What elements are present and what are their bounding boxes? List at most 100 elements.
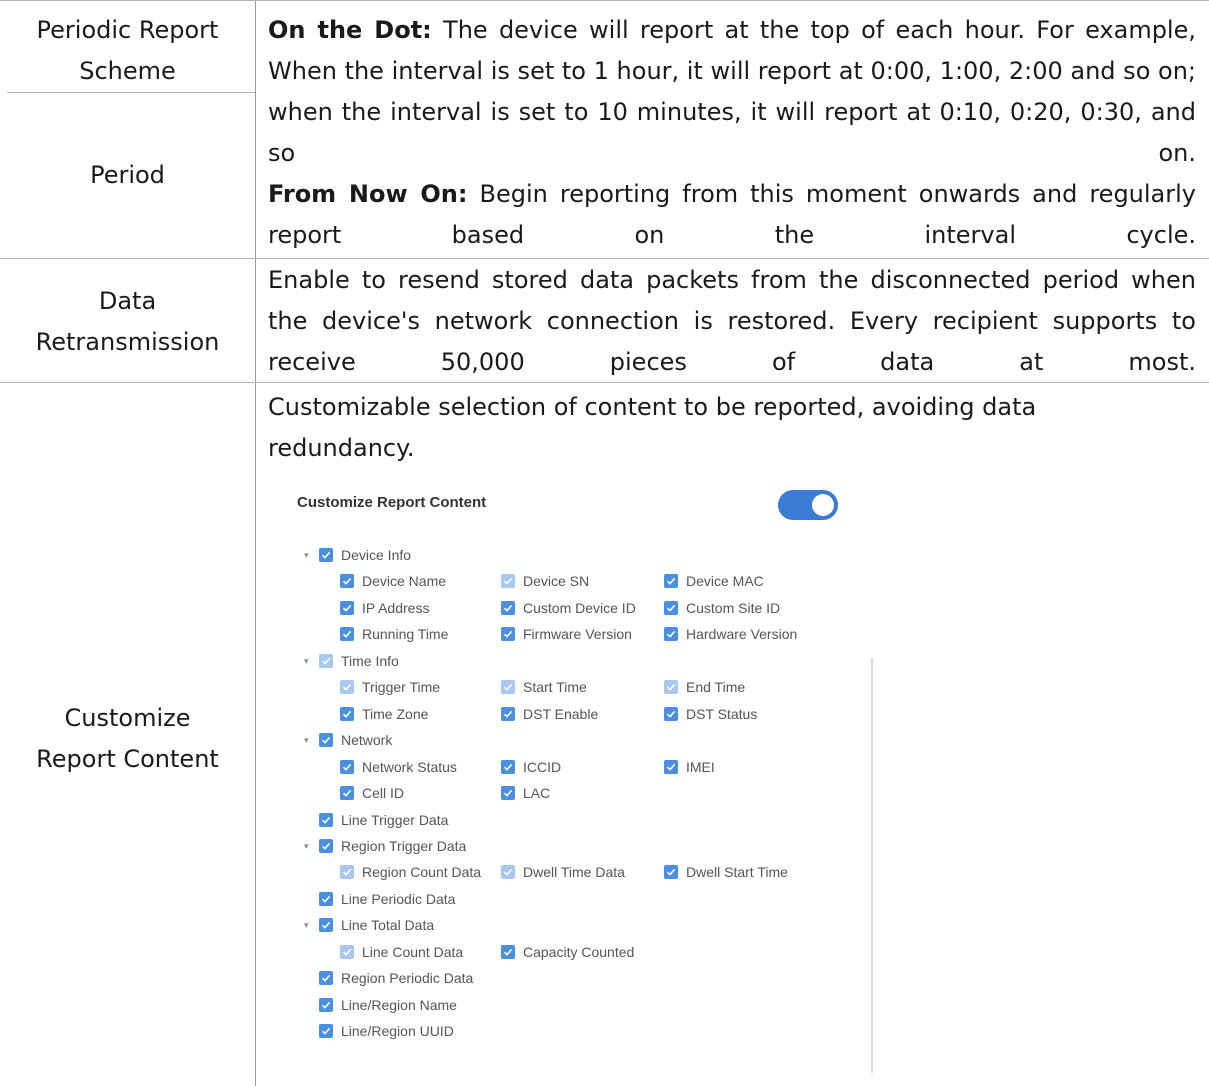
- checkbox-icon[interactable]: [664, 600, 678, 615]
- checkbox-icon[interactable]: [501, 600, 515, 615]
- chevron-down-icon[interactable]: ▾: [304, 727, 309, 753]
- checkbox-icon[interactable]: [501, 706, 515, 721]
- checkbox-icon[interactable]: [340, 786, 354, 801]
- checkbox-icon[interactable]: [501, 759, 515, 774]
- checkbox-icon[interactable]: [664, 759, 678, 774]
- tree-item-label: DST Enable: [523, 705, 599, 722]
- scrollbar-track[interactable]: [871, 658, 873, 1073]
- tree-item-label: IMEI: [686, 758, 715, 775]
- row-label-period: Period: [0, 155, 255, 196]
- checkbox-icon[interactable]: [319, 891, 333, 906]
- checkbox-icon[interactable]: [319, 812, 333, 827]
- tree-item[interactable]: Line/Region UUID: [319, 1018, 519, 1044]
- row-label-data-retransmission: Data Retransmission: [0, 281, 255, 363]
- checkbox-icon[interactable]: [664, 865, 678, 880]
- chevron-down-icon[interactable]: ▾: [304, 648, 309, 674]
- tree-item-label: LAC: [523, 785, 551, 802]
- checkbox-icon[interactable]: [319, 653, 333, 668]
- tree-item[interactable]: ▾ Line Total Data: [304, 912, 519, 938]
- desc-line: report based on the interval cycle.: [268, 221, 1196, 249]
- checkbox-icon[interactable]: [319, 997, 333, 1012]
- tree-item[interactable]: Capacity Counted: [501, 939, 701, 965]
- checkbox-icon[interactable]: [319, 971, 333, 986]
- checkbox-icon[interactable]: [340, 680, 354, 695]
- tree-item-label: Region Trigger Data: [341, 837, 467, 854]
- checkbox-icon[interactable]: [319, 918, 333, 933]
- tree-item[interactable]: IMEI: [664, 754, 864, 780]
- tree-item[interactable]: ▾ Device Info: [304, 542, 519, 568]
- checkbox-icon[interactable]: [664, 706, 678, 721]
- checkbox-icon[interactable]: [340, 759, 354, 774]
- checkbox-icon[interactable]: [501, 680, 515, 695]
- desc-text: The device will report at the top of eac…: [431, 16, 1196, 44]
- checkbox-icon[interactable]: [340, 574, 354, 589]
- checkbox-icon[interactable]: [340, 600, 354, 615]
- tree-item-label: IP Address: [362, 599, 430, 616]
- tree-item[interactable]: Line Trigger Data: [319, 807, 519, 833]
- tree-item-label: Custom Device ID: [523, 599, 636, 616]
- label-line: Periodic Report: [36, 16, 219, 44]
- checkbox-icon[interactable]: [664, 574, 678, 589]
- desc-line: receive 50,000 pieces of data at most.: [268, 348, 1196, 376]
- tree-item[interactable]: Custom Site ID: [664, 595, 864, 621]
- tree-item[interactable]: LAC: [501, 780, 701, 806]
- tree-item[interactable]: End Time: [664, 674, 864, 700]
- checkbox-icon[interactable]: [340, 944, 354, 959]
- customize-toggle[interactable]: [778, 490, 838, 520]
- tree-item-label: Network Status: [362, 758, 457, 775]
- checkbox-icon[interactable]: [501, 865, 515, 880]
- chevron-down-icon[interactable]: ▾: [304, 833, 309, 859]
- tree-item-label: Device Name: [362, 573, 447, 590]
- desc-text: Begin reporting from this moment onwards…: [467, 180, 1197, 208]
- row-divider: [0, 258, 1209, 259]
- checkbox-icon[interactable]: [501, 786, 515, 801]
- customize-report-panel: Customize Report Content ▾ Device Info Dev…: [268, 478, 878, 1078]
- checkbox-icon[interactable]: [340, 865, 354, 880]
- tree-item-label: End Time: [686, 679, 746, 696]
- chevron-down-icon[interactable]: ▾: [304, 542, 309, 568]
- tree-item-label: Cell ID: [362, 785, 405, 802]
- checkbox-icon[interactable]: [501, 574, 515, 589]
- checkbox-icon[interactable]: [319, 1024, 333, 1039]
- panel-title: Customize Report Content: [297, 494, 487, 511]
- checkbox-icon[interactable]: [319, 733, 333, 748]
- toggle-knob: [812, 494, 834, 516]
- row-divider: [0, 0, 1209, 1]
- tree-item-label: Start Time: [523, 679, 587, 696]
- label-line: Data: [98, 287, 157, 315]
- checkbox-icon[interactable]: [664, 627, 678, 642]
- tree-item-label: Device SN: [523, 573, 590, 590]
- tree-item[interactable]: Hardware Version: [664, 621, 864, 647]
- tree-item[interactable]: ▾ Region Trigger Data: [304, 833, 519, 859]
- tree-item[interactable]: Region Periodic Data: [319, 965, 519, 991]
- tree-item[interactable]: Device MAC: [664, 568, 864, 594]
- tree-item[interactable]: Line Periodic Data: [319, 886, 519, 912]
- tree-item-label: Time Zone: [362, 705, 429, 722]
- tree-item-label: Region Periodic Data: [341, 970, 474, 987]
- label-line: Customize: [64, 704, 191, 732]
- checkbox-icon[interactable]: [664, 680, 678, 695]
- checkbox-icon[interactable]: [319, 548, 333, 562]
- tree-item[interactable]: DST Status: [664, 701, 864, 727]
- retransmission-description: Enable to resend stored data packets fro…: [268, 260, 1196, 383]
- checkbox-icon[interactable]: [319, 838, 333, 853]
- tree-item[interactable]: ▾ Time Info: [304, 648, 519, 674]
- row-label-periodic-report-scheme: Periodic Report Scheme: [0, 10, 255, 92]
- tree-item-label: Line Count Data: [362, 943, 464, 960]
- checkbox-icon[interactable]: [501, 944, 515, 959]
- row-label-customize-report-content: Customize Report Content: [0, 698, 255, 780]
- tree-item-label: Network: [341, 732, 393, 749]
- tree-item-label: Firmware Version: [523, 626, 632, 643]
- checkbox-icon[interactable]: [340, 627, 354, 642]
- chevron-down-icon[interactable]: ▾: [304, 912, 309, 938]
- tree-item[interactable]: ▾ Network: [304, 727, 519, 753]
- desc-line: From Now On: Begin reporting from this m…: [268, 174, 1196, 215]
- scheme-description: On the Dot: The device will report at th…: [268, 10, 1196, 256]
- tree-item-label: DST Status: [686, 705, 758, 722]
- tree-item[interactable]: Dwell Start Time: [664, 859, 864, 885]
- tree-item-label: Region Count Data: [362, 864, 482, 881]
- checkbox-icon[interactable]: [340, 706, 354, 721]
- column-divider: [255, 0, 256, 1086]
- tree-item[interactable]: Line/Region Name: [319, 992, 519, 1018]
- checkbox-icon[interactable]: [501, 627, 515, 642]
